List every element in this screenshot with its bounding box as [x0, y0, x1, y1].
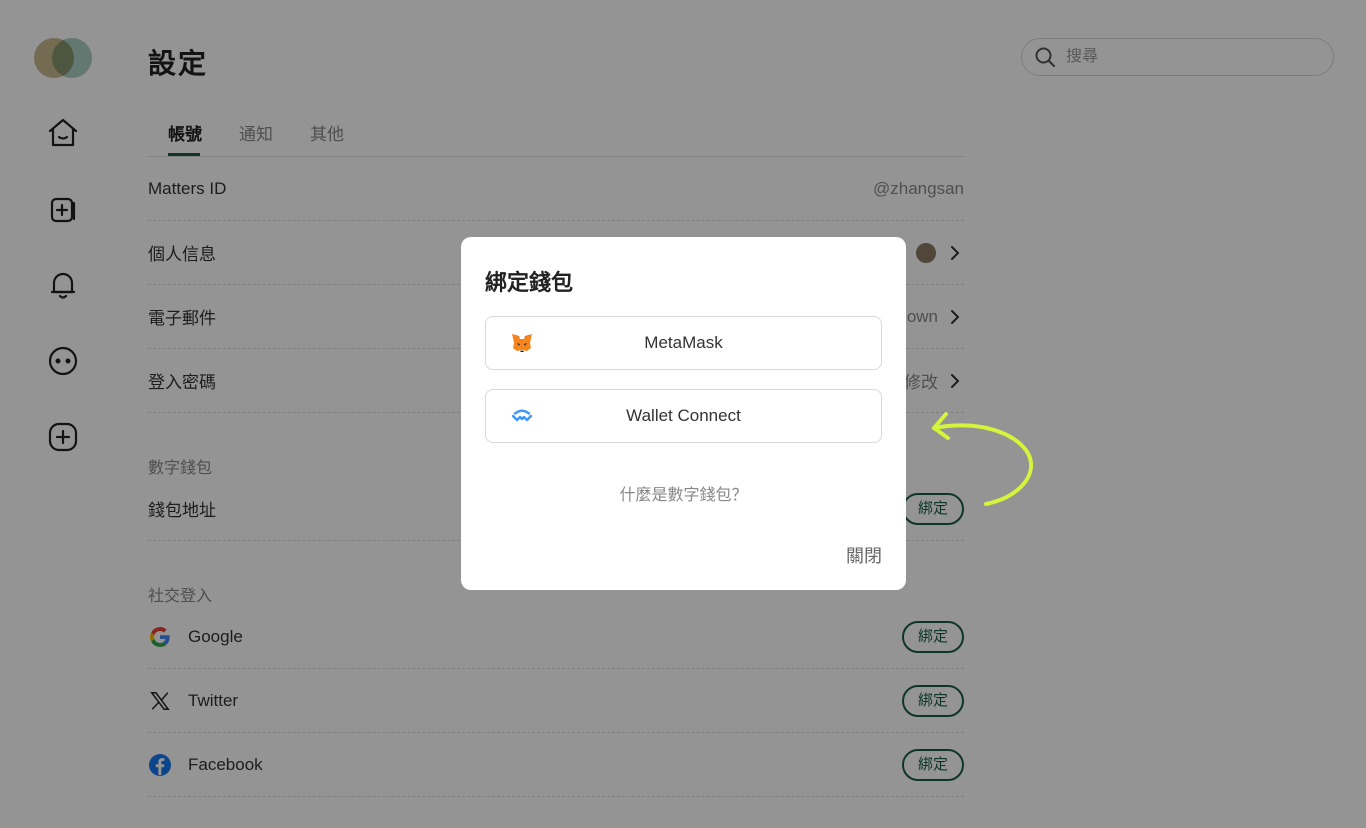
metamask-label: MetaMask — [644, 333, 723, 352]
bind-wallet-dialog: 綁定錢包 MetaMask Wallet Connect 什麼是數字錢包？ 關閉 — [461, 237, 906, 590]
walletconnect-label: Wallet Connect — [626, 406, 741, 425]
what-is-wallet-link[interactable]: 什麼是數字錢包？ — [461, 481, 906, 505]
metamask-option-button[interactable]: MetaMask — [485, 316, 882, 370]
dialog-title: 綁定錢包 — [485, 270, 574, 295]
walletconnect-option-button[interactable]: Wallet Connect — [485, 389, 882, 443]
walletconnect-icon — [511, 409, 533, 422]
close-dialog-button[interactable]: 關閉 — [846, 542, 882, 568]
annotation-arrow-icon — [932, 412, 1034, 506]
metamask-fox-icon — [512, 334, 532, 352]
